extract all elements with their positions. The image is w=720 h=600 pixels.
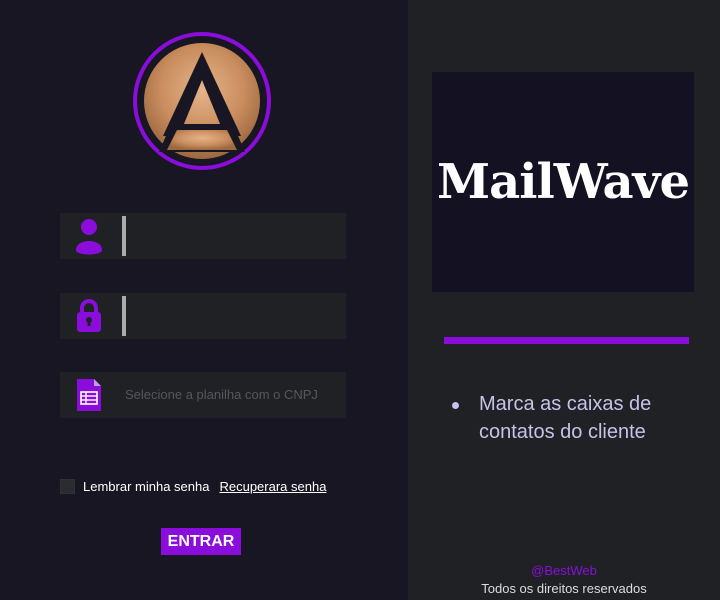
lock-icon (72, 293, 106, 339)
file-placeholder[interactable]: Selecione a planilha com o CNPJ (125, 372, 318, 418)
bullet-icon (452, 402, 459, 409)
accent-divider (444, 337, 689, 344)
feature-list: Marca as caixas de contatos do cliente (452, 390, 692, 446)
submit-button[interactable]: ENTRAR (161, 528, 241, 555)
remember-label: Lembrar minha senha (83, 479, 210, 494)
recover-password-link[interactable]: Recuperara senha (219, 479, 326, 494)
brand-title: MailWave (437, 154, 690, 210)
username-input[interactable] (126, 216, 336, 256)
remember-checkbox[interactable] (60, 479, 75, 494)
file-field[interactable]: Selecione a planilha com o CNPJ (60, 372, 346, 418)
brand-card: MailWave (432, 72, 694, 292)
username-field[interactable] (60, 213, 346, 259)
user-icon (72, 213, 106, 259)
password-input[interactable] (126, 296, 336, 336)
login-panel: Selecione a planilha com o CNPJ Lembrar … (0, 0, 408, 600)
footer-handle: @BestWeb (531, 563, 597, 578)
footer-rights: Todos os direitos reservados (481, 581, 647, 596)
logo-icon (144, 43, 260, 159)
password-field[interactable] (60, 293, 346, 339)
remember-row: Lembrar minha senha Recuperara senha (60, 479, 326, 494)
app-logo (133, 32, 271, 170)
list-item: Marca as caixas de contatos do cliente (452, 390, 692, 446)
feature-text: Marca as caixas de contatos do cliente (479, 393, 652, 443)
spreadsheet-icon (72, 372, 106, 418)
